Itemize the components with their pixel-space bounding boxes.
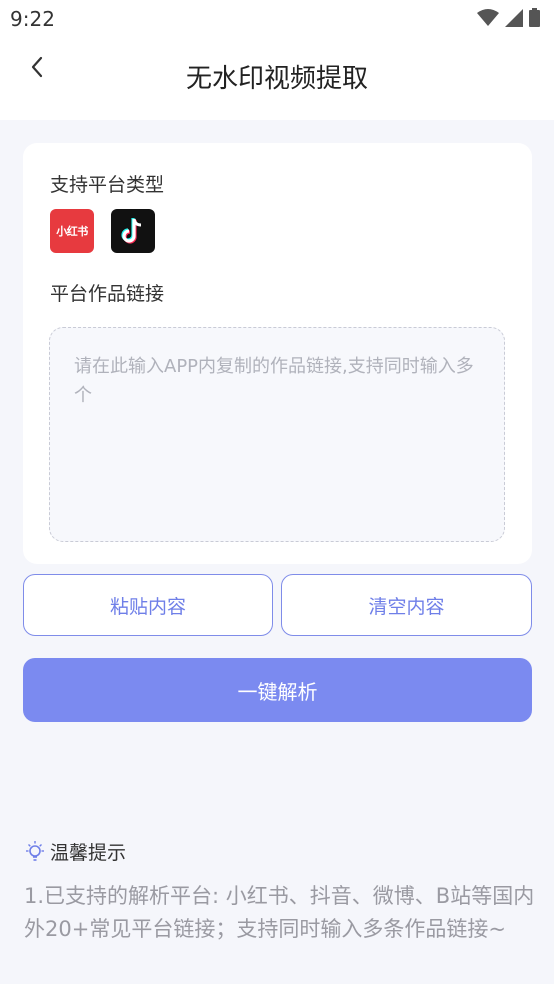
app-header: 无水印视频提取 bbox=[0, 38, 554, 120]
input-card: 支持平台类型 小红书 平台作品链接 bbox=[23, 143, 532, 564]
platforms-label: 支持平台类型 bbox=[50, 174, 165, 196]
link-label: 平台作品链接 bbox=[50, 283, 165, 305]
xiaohongshu-logo-icon: 小红书 bbox=[50, 209, 94, 253]
tips-title: 温馨提示 bbox=[50, 842, 127, 864]
status-bar: 9:22 bbox=[0, 0, 554, 38]
status-time: 9:22 bbox=[10, 7, 55, 31]
douyin-logo-icon bbox=[111, 209, 155, 253]
wifi-icon bbox=[477, 8, 499, 26]
battery-icon bbox=[529, 8, 540, 27]
paste-button[interactable]: 粘贴内容 bbox=[23, 574, 273, 636]
lightbulb-icon bbox=[26, 840, 44, 861]
platform-list: 小红书 bbox=[50, 209, 155, 253]
link-input[interactable] bbox=[50, 328, 504, 541]
system-icons bbox=[477, 8, 540, 27]
signal-icon bbox=[505, 8, 523, 27]
tips-header: 温馨提示 bbox=[24, 838, 126, 865]
link-input-box bbox=[49, 327, 505, 542]
parse-button[interactable]: 一键解析 bbox=[23, 658, 532, 722]
tips-text: 1.已支持的解析平台: 小红书、抖音、微博、B站等国内外20+常见平台链接；支持… bbox=[24, 884, 535, 941]
page-title: 无水印视频提取 bbox=[185, 64, 368, 94]
clear-button[interactable]: 清空内容 bbox=[281, 574, 532, 636]
